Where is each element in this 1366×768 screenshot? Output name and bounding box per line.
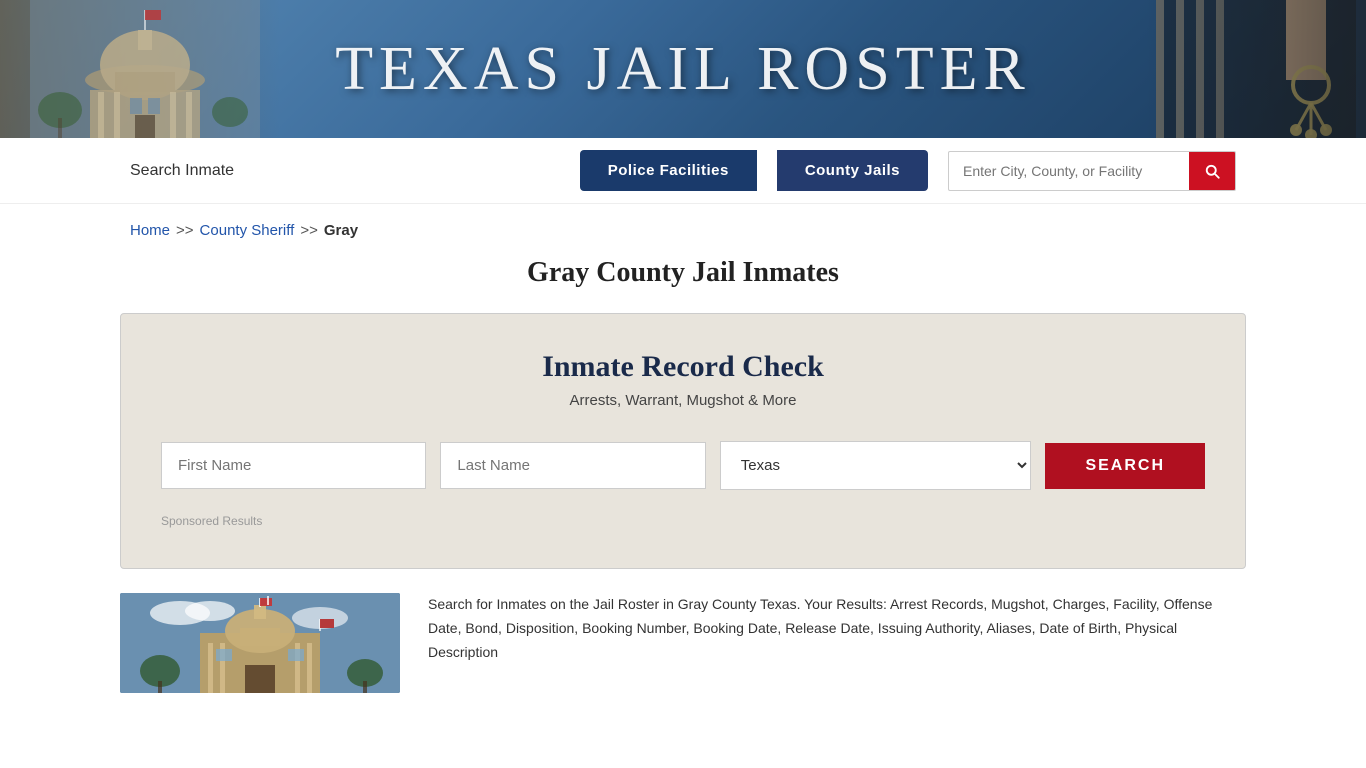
first-name-input[interactable]: [161, 442, 426, 489]
search-inmate-label: Search Inmate: [130, 162, 234, 180]
nav-search-input[interactable]: [949, 153, 1189, 189]
breadcrumb-current: Gray: [324, 222, 358, 239]
search-icon: [1203, 162, 1221, 180]
last-name-input[interactable]: [440, 442, 705, 489]
record-check-form: AlabamaAlaskaArizonaArkansasCaliforniaCo…: [161, 441, 1205, 490]
bottom-section: Search for Inmates on the Jail Roster in…: [120, 593, 1246, 713]
navbar: Search Inmate Police Facilities County J…: [0, 138, 1366, 204]
breadcrumb-home-link[interactable]: Home: [130, 222, 170, 239]
breadcrumb-sep2: >>: [300, 222, 318, 239]
building-svg: [120, 593, 400, 693]
banner-title: Texas Jail Roster: [335, 34, 1031, 105]
bottom-building-image: [120, 593, 400, 693]
record-check-subtitle: Arrests, Warrant, Mugshot & More: [161, 392, 1205, 409]
header-banner: Texas Jail Roster: [0, 0, 1366, 138]
breadcrumb-sep1: >>: [176, 222, 194, 239]
record-check-section: Inmate Record Check Arrests, Warrant, Mu…: [120, 313, 1246, 569]
police-facilities-button[interactable]: Police Facilities: [580, 150, 757, 191]
record-check-title: Inmate Record Check: [161, 350, 1205, 384]
banner-overlay-right: [1146, 0, 1366, 138]
state-select[interactable]: AlabamaAlaskaArizonaArkansasCaliforniaCo…: [720, 441, 1032, 490]
page-title: Gray County Jail Inmates: [0, 247, 1366, 313]
capitol-image: [30, 0, 260, 138]
breadcrumb: Home >> County Sheriff >> Gray: [0, 204, 1366, 247]
bottom-description: Search for Inmates on the Jail Roster in…: [428, 593, 1246, 693]
search-button[interactable]: SEARCH: [1045, 443, 1205, 489]
sponsored-results-label: Sponsored Results: [161, 514, 1205, 528]
breadcrumb-county-sheriff-link[interactable]: County Sheriff: [200, 222, 295, 239]
county-jails-button[interactable]: County Jails: [777, 150, 928, 191]
nav-search-wrapper: [948, 151, 1236, 191]
nav-search-button[interactable]: [1189, 152, 1235, 190]
